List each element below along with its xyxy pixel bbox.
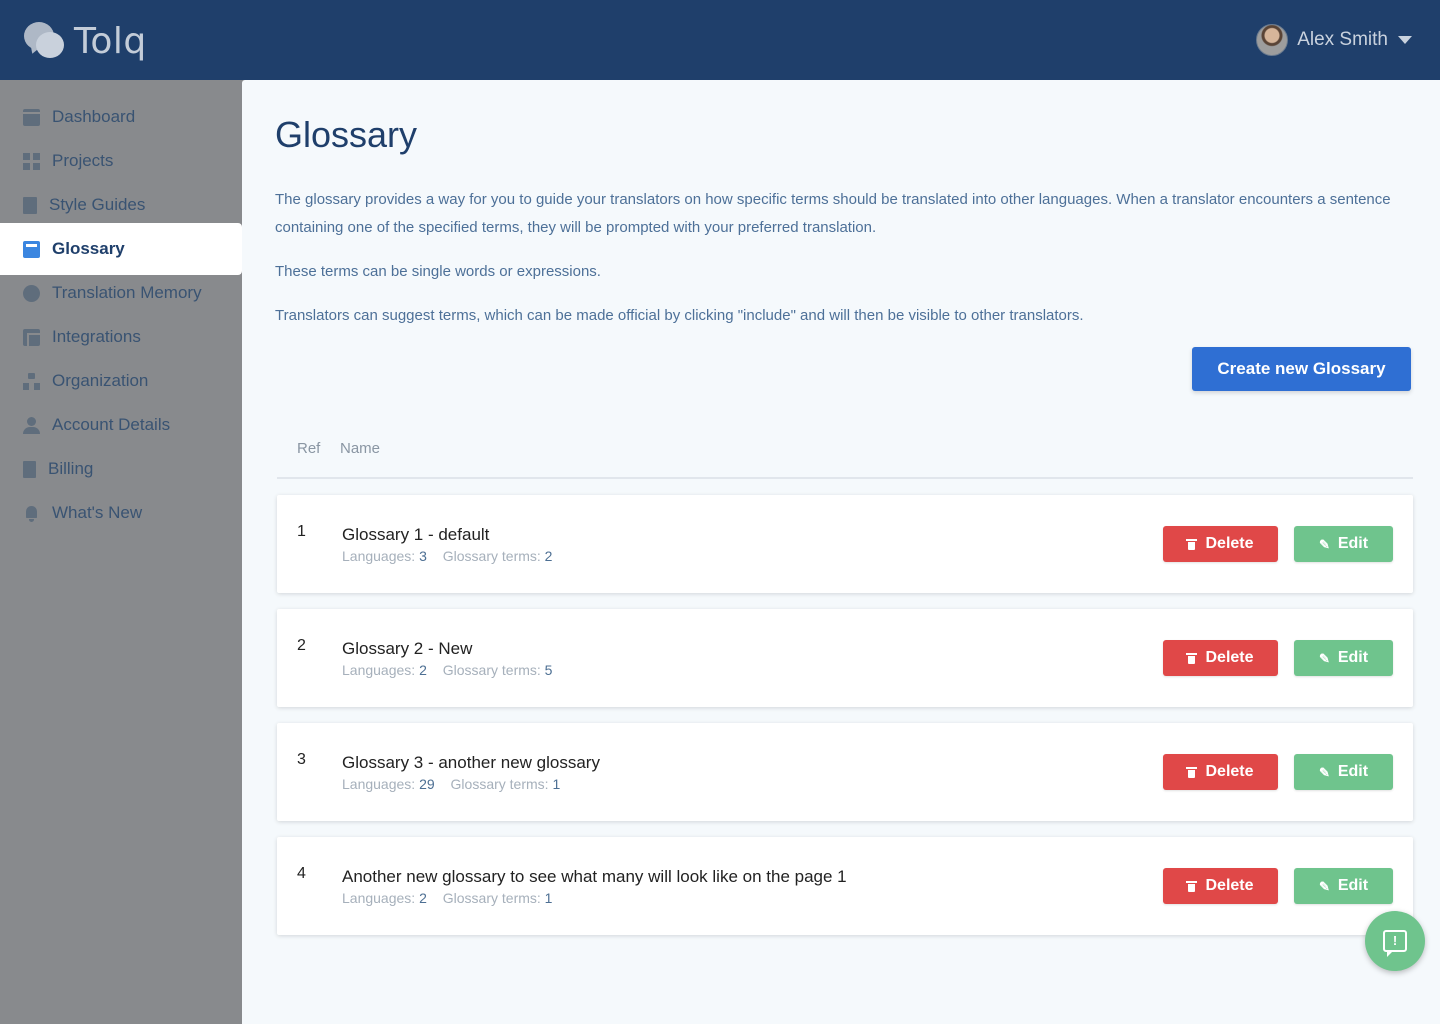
receipt-icon xyxy=(23,460,36,478)
glossary-meta: Languages: 29 Glossary terms: 1 xyxy=(342,776,560,792)
avatar xyxy=(1256,24,1289,56)
languages-count: 3 xyxy=(419,548,427,564)
row-ref: 1 xyxy=(297,523,306,540)
pencil-icon: ✎ xyxy=(1318,650,1330,666)
main-panel: Glossary The glossary provides a way for… xyxy=(242,80,1440,1024)
grid-icon xyxy=(23,152,40,170)
user-menu[interactable]: Alex Smith xyxy=(1256,24,1412,56)
page-title: Glossary xyxy=(275,114,418,155)
delete-label: Delete xyxy=(1205,763,1254,780)
column-header-name[interactable]: Name xyxy=(340,440,380,457)
sidebar-item-label: Account Details xyxy=(52,415,171,434)
sidebar-item-label: Integrations xyxy=(52,327,141,346)
glossary-row[interactable]: 4 Another new glossary to see what many … xyxy=(277,837,1413,935)
top-bar: Tolq Alex Smith xyxy=(0,0,1440,80)
glossary-meta: Languages: 2 Glossary terms: 1 xyxy=(342,890,552,906)
terms-count: 2 xyxy=(544,548,553,564)
languages-label: Languages: xyxy=(342,776,416,792)
terms-label: Glossary terms: xyxy=(442,890,541,906)
delete-button[interactable]: Delete xyxy=(1163,868,1278,904)
edit-button[interactable]: ✎ Edit xyxy=(1294,754,1393,790)
edit-label: Edit xyxy=(1337,763,1369,780)
glossary-row[interactable]: 3 Glossary 3 - another new glossary Lang… xyxy=(277,723,1413,821)
terms-count: 1 xyxy=(552,776,561,792)
bell-icon xyxy=(23,505,40,522)
user-icon xyxy=(23,416,40,434)
terms-label: Glossary terms: xyxy=(442,548,541,564)
trash-icon xyxy=(1186,766,1198,778)
chevron-down-icon xyxy=(1398,36,1412,44)
description-paragraph: Translators can suggest terms, which can… xyxy=(275,307,1084,324)
delete-button[interactable]: Delete xyxy=(1163,640,1278,676)
languages-label: Languages: xyxy=(342,890,416,906)
edit-label: Edit xyxy=(1337,535,1369,552)
sidebar-item-label: Glossary xyxy=(52,239,125,258)
languages-count: 2 xyxy=(419,890,427,906)
languages-count: 2 xyxy=(419,662,427,678)
terms-count: 5 xyxy=(544,662,553,678)
edit-button[interactable]: ✎ Edit xyxy=(1294,526,1393,562)
pencil-icon: ✎ xyxy=(1318,536,1330,552)
languages-count: 29 xyxy=(419,776,435,792)
glossary-row[interactable]: 1 Glossary 1 - default Languages: 3 Glos… xyxy=(277,495,1413,593)
edit-button[interactable]: ✎ Edit xyxy=(1294,640,1393,676)
chat-bubble-icon xyxy=(23,284,40,302)
languages-label: Languages: xyxy=(342,548,416,564)
delete-button[interactable]: Delete xyxy=(1163,526,1278,562)
feedback-icon: ! xyxy=(1383,930,1407,957)
sidebar-item-label: Projects xyxy=(52,151,114,170)
column-header-ref[interactable]: Ref xyxy=(297,440,320,457)
edit-label: Edit xyxy=(1337,649,1369,666)
sidebar-item-label: Billing xyxy=(48,459,94,478)
book-icon xyxy=(23,240,40,258)
row-ref: 4 xyxy=(297,865,306,882)
glossary-row[interactable]: 2 Glossary 2 - New Languages: 2 Glossary… xyxy=(277,609,1413,707)
glossary-meta: Languages: 2 Glossary terms: 5 xyxy=(342,662,552,678)
edit-label: Edit xyxy=(1337,877,1369,894)
description-paragraph: The glossary provides a way for you to g… xyxy=(275,191,1391,236)
sidebar: Dashboard Projects Style Guides Glossary… xyxy=(0,80,242,1024)
delete-button[interactable]: Delete xyxy=(1163,754,1278,790)
terms-label: Glossary terms: xyxy=(442,662,541,678)
tolq-logo[interactable]: Tolq xyxy=(22,16,147,66)
sidebar-item-label: Translation Memory xyxy=(52,283,202,302)
pencil-icon: ✎ xyxy=(1318,878,1330,894)
trash-icon xyxy=(1186,880,1198,892)
user-name: Alex Smith xyxy=(1297,29,1388,50)
languages-label: Languages: xyxy=(342,662,416,678)
edit-button[interactable]: ✎ Edit xyxy=(1294,868,1393,904)
glossary-name[interactable]: Glossary 3 - another new glossary xyxy=(342,753,600,773)
dashboard-icon xyxy=(23,108,40,126)
terms-label: Glossary terms: xyxy=(450,776,549,792)
integrations-icon xyxy=(23,328,44,350)
speech-bubbles-logo-icon xyxy=(22,20,66,62)
pencil-icon: ✎ xyxy=(1318,764,1330,780)
glossary-meta: Languages: 3 Glossary terms: 2 xyxy=(342,548,552,564)
glossary-name[interactable]: Glossary 2 - New xyxy=(342,639,472,659)
sidebar-item-label: What's New xyxy=(52,503,143,522)
sidebar-item-label: Dashboard xyxy=(52,107,136,126)
delete-label: Delete xyxy=(1205,649,1254,666)
document-icon xyxy=(23,196,37,214)
row-ref: 3 xyxy=(297,751,306,768)
header-divider xyxy=(277,477,1413,479)
sidebar-item-label: Organization xyxy=(52,371,149,390)
organization-icon xyxy=(23,372,40,390)
glossary-name[interactable]: Another new glossary to see what many wi… xyxy=(342,867,847,887)
create-glossary-button[interactable]: Create new Glossary xyxy=(1192,347,1411,391)
sidebar-item-label: Style Guides xyxy=(49,195,146,214)
sidebar-item-whats-new[interactable]: What's New xyxy=(0,487,242,539)
description-paragraph: These terms can be single words or expre… xyxy=(275,263,601,280)
brand-name: Tolq xyxy=(74,20,147,62)
trash-icon xyxy=(1186,652,1198,664)
trash-icon xyxy=(1186,538,1198,550)
glossary-name[interactable]: Glossary 1 - default xyxy=(342,525,489,545)
terms-count: 1 xyxy=(544,890,553,906)
delete-label: Delete xyxy=(1205,877,1254,894)
delete-label: Delete xyxy=(1205,535,1254,552)
feedback-button[interactable]: ! xyxy=(1365,911,1425,971)
row-ref: 2 xyxy=(297,637,306,654)
